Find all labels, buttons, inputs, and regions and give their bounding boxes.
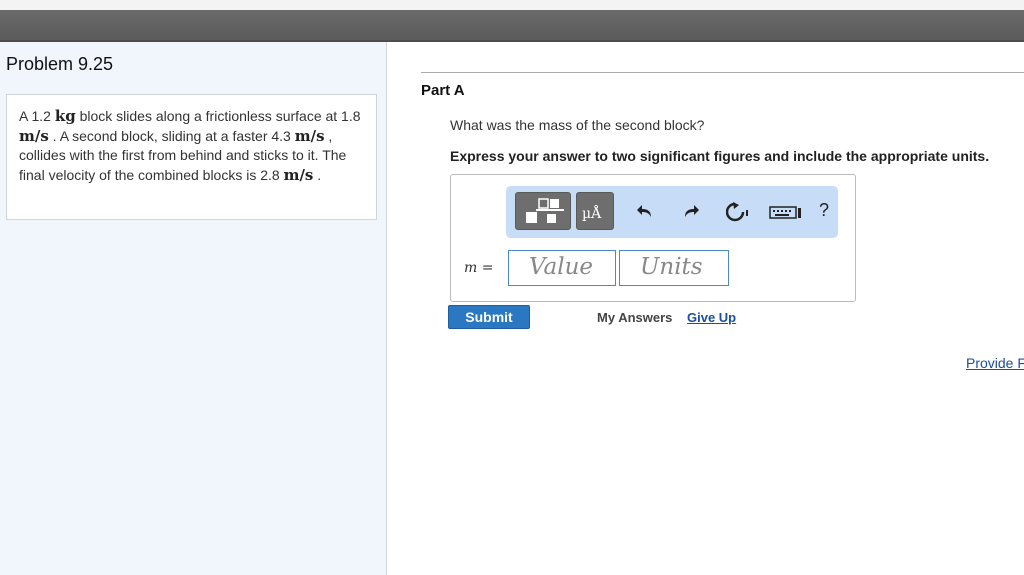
give-up-link[interactable]: Give Up (687, 310, 736, 325)
help-button[interactable]: ? (819, 200, 829, 221)
problem-panel: Problem 9.25 A 1.2 kg block slides along… (0, 42, 387, 575)
units-icon: µÅ (582, 206, 602, 222)
problem-text-part: . A second block, sliding at a faster 4.… (48, 127, 295, 144)
problem-text-part: block slides along a frictionless surfac… (75, 108, 361, 124)
templates-button[interactable] (515, 192, 571, 230)
unit-m-per-s: m/s (294, 126, 325, 145)
unit-kg: kg (54, 107, 76, 125)
problem-title: Problem 9.25 (6, 54, 114, 74)
question-text: What was the mass of the second block? (450, 117, 705, 133)
reset-icon[interactable] (725, 202, 750, 226)
answer-panel: Part A What was the mass of the second b… (387, 42, 1024, 575)
part-title: Part A (421, 82, 465, 99)
unit-m-per-s: m/s (283, 165, 314, 184)
provide-feedback-link[interactable]: Provide F (966, 355, 1024, 371)
value-input[interactable]: Value (508, 250, 616, 286)
problem-text-part: . (313, 166, 322, 183)
my-answers-link[interactable]: My Answers (597, 310, 672, 325)
templates-icon (526, 198, 564, 223)
equation-toolbar: µÅ ? (506, 186, 838, 238)
answer-input-box: µÅ ? m = Value Units (450, 174, 856, 302)
app-header-bar (0, 10, 1024, 42)
units-input[interactable]: Units (619, 250, 729, 286)
keyboard-icon[interactable] (769, 202, 803, 226)
instruction-text: Express your answer to two significant f… (450, 148, 990, 164)
browser-top-strip (0, 0, 1024, 10)
redo-icon[interactable] (680, 202, 700, 226)
variable-label: m = (464, 260, 494, 276)
undo-icon[interactable] (636, 202, 656, 226)
unit-m-per-s: m/s (19, 126, 49, 145)
submit-button[interactable]: Submit (448, 305, 530, 329)
units-button[interactable]: µÅ (576, 192, 614, 230)
problem-text-part: A 1.2 (19, 108, 55, 124)
problem-statement: A 1.2 kg block slides along a frictionle… (6, 94, 377, 220)
part-divider (421, 72, 1024, 73)
